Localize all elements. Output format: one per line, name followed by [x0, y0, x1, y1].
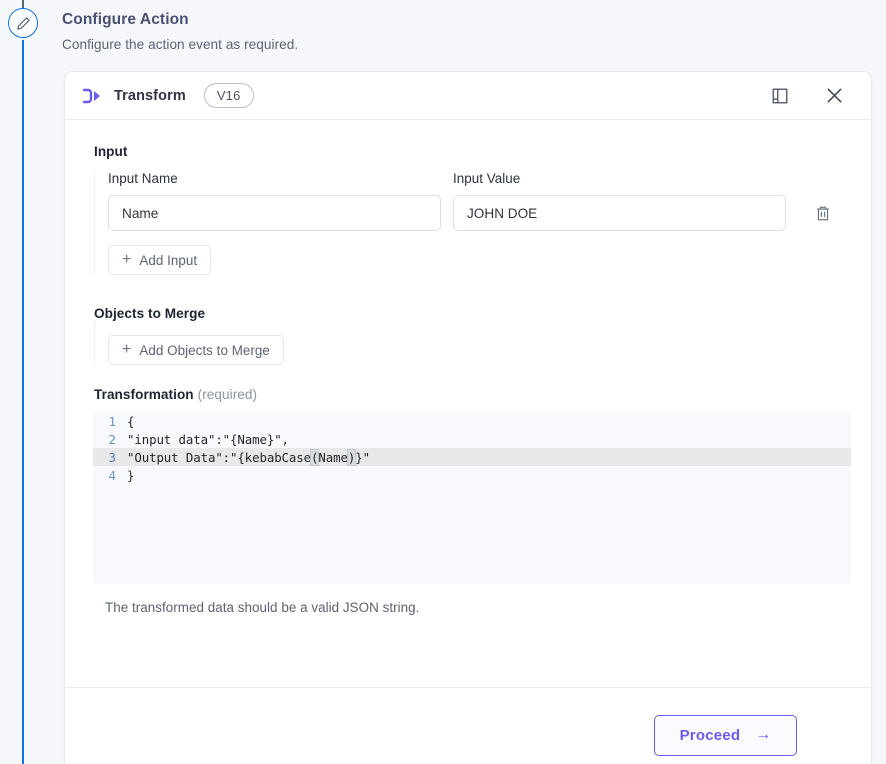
merge-section-label: Objects to Merge — [94, 306, 206, 321]
pencil-icon — [16, 16, 31, 31]
merge-section: Objects to Merge + Add Objects to Merge — [94, 306, 849, 365]
input-name-field[interactable] — [108, 195, 441, 231]
plus-icon: + — [122, 250, 132, 268]
code-text-after-paren: }" — [355, 449, 370, 465]
spacer-after-input — [94, 275, 849, 306]
transformation-helper-text: The transformed data should be a valid J… — [105, 600, 420, 615]
card-title: Transform — [114, 87, 186, 104]
card-body: Input Input Name Input Value — [65, 120, 871, 727]
trash-icon[interactable] — [808, 195, 838, 231]
input-value-column: Input Value — [453, 171, 786, 231]
transformation-label-text: Transformation — [94, 387, 194, 402]
transformation-required-text: (required) — [197, 387, 258, 402]
code-text: "input data":"{Name}", — [127, 431, 289, 447]
transformation-section: Transformation (required) 1 { 2 "input da… — [93, 387, 851, 615]
page-title: Configure Action — [62, 11, 189, 28]
input-value-field[interactable] — [453, 195, 786, 231]
proceed-label: Proceed — [679, 726, 741, 744]
add-objects-to-merge-label: Add Objects to Merge — [139, 342, 270, 358]
add-input-button[interactable]: + Add Input — [108, 245, 212, 275]
line-number: 4 — [108, 467, 116, 483]
code-bracket-close: ) — [346, 448, 357, 466]
code-text: { — [127, 413, 135, 429]
proceed-button[interactable]: Proceed → — [654, 714, 797, 756]
page-header: Configure Action Configure the action ev… — [62, 11, 562, 52]
code-line[interactable]: 1 { — [93, 412, 851, 430]
transformation-section-label: Transformation (required) — [94, 387, 849, 402]
merge-section-content: + Add Objects to Merge — [94, 321, 849, 365]
card-header: Transform V16 — [65, 72, 871, 120]
configure-action-card: Transform V16 Input Input Name Name Inpu… — [64, 71, 872, 764]
line-number: 3 — [108, 449, 116, 465]
line-number: 2 — [108, 431, 116, 447]
input-value-label: Input Value — [453, 171, 521, 186]
timeline-rail — [0, 0, 44, 764]
code-line[interactable]: 2 "input data":"{Name}", — [93, 430, 851, 448]
plus-icon: + — [122, 340, 132, 358]
input-name-column: Input Name — [108, 171, 441, 231]
version-badge[interactable]: V16 — [203, 83, 254, 108]
rail-connector-line — [22, 40, 24, 764]
add-objects-to-merge-button[interactable]: + Add Objects to Merge — [108, 335, 284, 365]
card-footer: Proceed → — [65, 687, 871, 764]
input-name-label: Input Name — [108, 171, 178, 186]
code-bracket-open: ( — [309, 448, 320, 466]
code-line-active[interactable]: 3 "Output Data":"{kebabCase(Name)}" — [93, 448, 851, 466]
code-text-inner: Name — [318, 449, 348, 465]
page-subtitle: Configure the action event as required. — [62, 37, 299, 52]
input-row: Input Name Input Value — [108, 171, 849, 231]
code-line[interactable]: 4 } — [93, 466, 851, 484]
transform-icon — [79, 83, 105, 109]
book-icon[interactable] — [765, 81, 795, 111]
code-text: } — [127, 467, 135, 483]
timeline-node-configure[interactable] — [8, 8, 38, 38]
input-section-content: Input Name Input Value — [94, 171, 849, 275]
transformation-code-editor[interactable]: 1 { 2 "input data":"{Name}", 3 "Output D… — [93, 412, 851, 584]
input-section-label: Input — [94, 144, 128, 159]
code-text-before-paren: "Output Data":"{kebabCase — [127, 449, 311, 465]
line-number: 1 — [108, 413, 116, 429]
input-section: Input Input Name Input Value — [94, 144, 849, 275]
close-icon[interactable] — [819, 81, 849, 111]
arrow-right-icon: → — [755, 726, 772, 743]
add-input-label: Add Input — [139, 252, 198, 268]
spacer-after-merge — [94, 365, 849, 387]
